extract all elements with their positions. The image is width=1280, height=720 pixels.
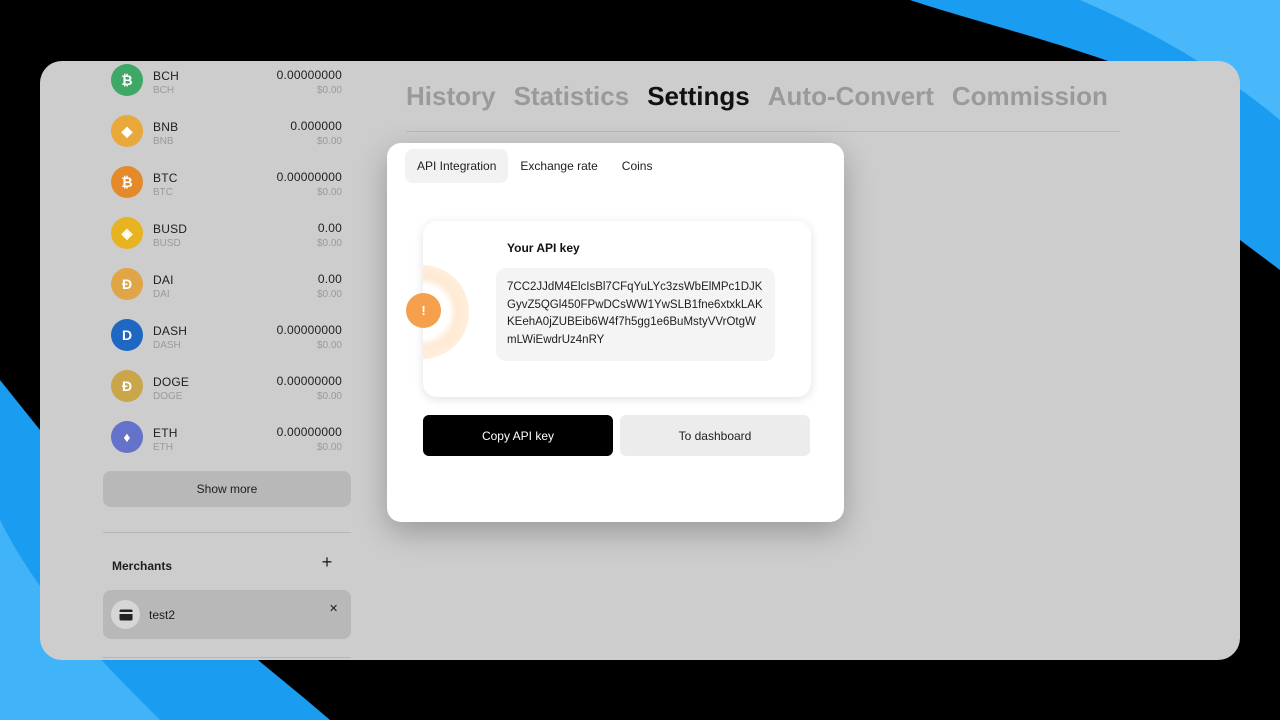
close-icon[interactable]: ✕ [329,602,338,615]
coin-usd-value: $0.00 [316,442,342,453]
coin-row[interactable]: ₿ BTC BTC 0.00000000 $0.00 [111,166,351,217]
coin-ticker: DASH [153,340,181,351]
copy-api-key-button[interactable]: Copy API key [423,415,613,456]
coin-row[interactable]: ₿ BCH BCH 0.00000000 $0.00 [111,64,351,115]
bitcoin-cash-icon: ₿ [111,64,143,96]
coin-usd-value: $0.00 [316,340,342,351]
coin-row[interactable]: ◈ BUSD BUSD 0.00 $0.00 [111,217,351,268]
dash-icon: D [111,319,143,351]
coin-usd-value: $0.00 [316,136,342,147]
coin-amount: 0.00 [317,221,342,235]
coin-row[interactable]: ♦ ETH ETH 0.00000000 $0.00 [111,421,351,472]
tab-history[interactable]: History [406,81,496,112]
warning-icon: ! [406,293,441,328]
tabs-underline [406,131,1120,132]
coin-name: BUSD [153,222,188,236]
bitcoin-icon: ₿ [111,166,143,198]
coin-ticker: BNB [153,136,174,147]
coin-usd-value: $0.00 [316,391,342,402]
show-more-button[interactable]: Show more [103,471,351,507]
coin-row[interactable]: ◆ BNB BNB 0.000000 $0.00 [111,115,351,166]
doge-icon: Ð [111,370,143,402]
subtab-api-integration[interactable]: API Integration [405,149,509,183]
coin-ticker: DOGE [153,391,183,402]
coin-name: BTC [153,171,178,185]
coin-amount: 0.000000 [290,119,342,133]
sidebar-divider [103,532,351,533]
tab-auto-convert[interactable]: Auto-Convert [768,81,934,112]
merchant-name: test2 [149,608,176,622]
add-merchant-icon[interactable]: + [319,553,335,571]
subtab-coins[interactable]: Coins [610,149,665,183]
coin-amount: 0.00000000 [276,68,342,82]
modal-subtabs: API Integration Exchange rate Coins [405,149,664,183]
coin-usd-value: $0.00 [316,187,342,198]
coin-ticker: BUSD [153,238,181,249]
binance-coin-icon: ◆ [111,115,143,147]
api-key-card: Your API key 7CC2JJdM4ElcIsBl7CFqYuLYc3z… [423,221,811,397]
coin-ticker: BTC [153,187,173,198]
coin-ticker: ETH [153,442,173,453]
coin-amount: 0.00000000 [276,374,342,388]
tab-settings[interactable]: Settings [647,81,750,112]
tab-statistics[interactable]: Statistics [514,81,630,112]
main-tabs: History Statistics Settings Auto-Convert… [406,81,1126,112]
coin-row[interactable]: Ð DOGE DOGE 0.00000000 $0.00 [111,370,351,421]
coin-amount: 0.00000000 [276,170,342,184]
coin-amount: 0.00 [317,272,342,286]
coin-name: DASH [153,324,188,338]
coin-usd-value: $0.00 [316,289,342,300]
merchants-title: Merchants [112,559,173,573]
coin-row[interactable]: D DASH DASH 0.00000000 $0.00 [111,319,351,370]
coin-name: BCH [153,69,179,83]
merchant-item[interactable]: test2 ✕ [103,590,351,639]
dai-icon: Ð [111,268,143,300]
api-key-modal: API Integration Exchange rate Coins Your… [387,143,844,522]
coin-name: BNB [153,120,179,134]
busd-icon: ◈ [111,217,143,249]
coin-usd-value: $0.00 [316,85,342,96]
tab-commission[interactable]: Commission [952,81,1108,112]
coin-name: DOGE [153,375,190,389]
coin-usd-value: $0.00 [316,238,342,249]
sidebar-divider-bottom [103,657,351,658]
coin-amount: 0.00000000 [276,323,342,337]
wallet-icon [111,600,140,629]
sidebar: ₿ BCH BCH 0.00000000 $0.00 ◆ BNB BNB 0.000000 $0.… [103,61,351,660]
api-key-value[interactable]: 7CC2JJdM4ElcIsBl7CFqYuLYc3zsWbElMPc1DJKG… [496,268,775,361]
to-dashboard-button[interactable]: To dashboard [620,415,810,456]
coin-row[interactable]: Ð DAI DAI 0.00 $0.00 [111,268,351,319]
api-key-title: Your API key [507,241,580,255]
subtab-exchange-rate[interactable]: Exchange rate [508,149,609,183]
coin-name: DAI [153,273,174,287]
coin-ticker: DAI [153,289,170,300]
coin-amount: 0.00000000 [276,425,342,439]
ethereum-icon: ♦ [111,421,143,453]
coin-name: ETH [153,426,178,440]
coin-ticker: BCH [153,85,175,96]
